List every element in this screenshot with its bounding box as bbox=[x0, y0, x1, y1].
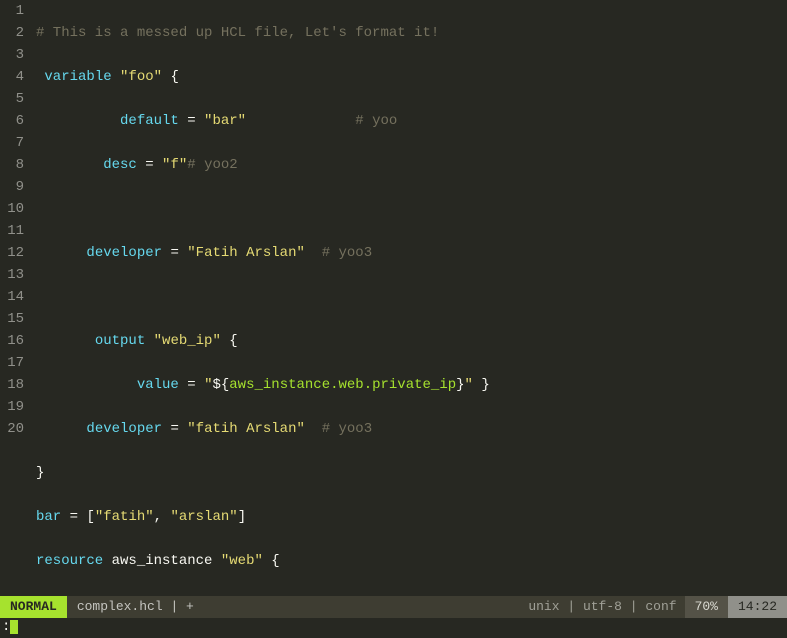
command-prompt: : bbox=[2, 616, 10, 638]
mode-indicator: NORMAL bbox=[0, 596, 67, 618]
filename: complex.hcl | + bbox=[67, 596, 204, 618]
file-format: unix | utf-8 | conf bbox=[520, 596, 684, 618]
cursor bbox=[10, 620, 18, 634]
line-number-gutter: 1234567891011121314151617181920 bbox=[0, 0, 32, 596]
status-line: NORMAL complex.hcl | + unix | utf-8 | co… bbox=[0, 596, 787, 618]
command-line[interactable]: : bbox=[0, 618, 787, 636]
code-area[interactable]: # This is a messed up HCL file, Let's fo… bbox=[32, 0, 787, 596]
editor-area[interactable]: 1234567891011121314151617181920 # This i… bbox=[0, 0, 787, 596]
scroll-percent: 70% bbox=[685, 596, 728, 618]
clock: 14:22 bbox=[728, 596, 787, 618]
